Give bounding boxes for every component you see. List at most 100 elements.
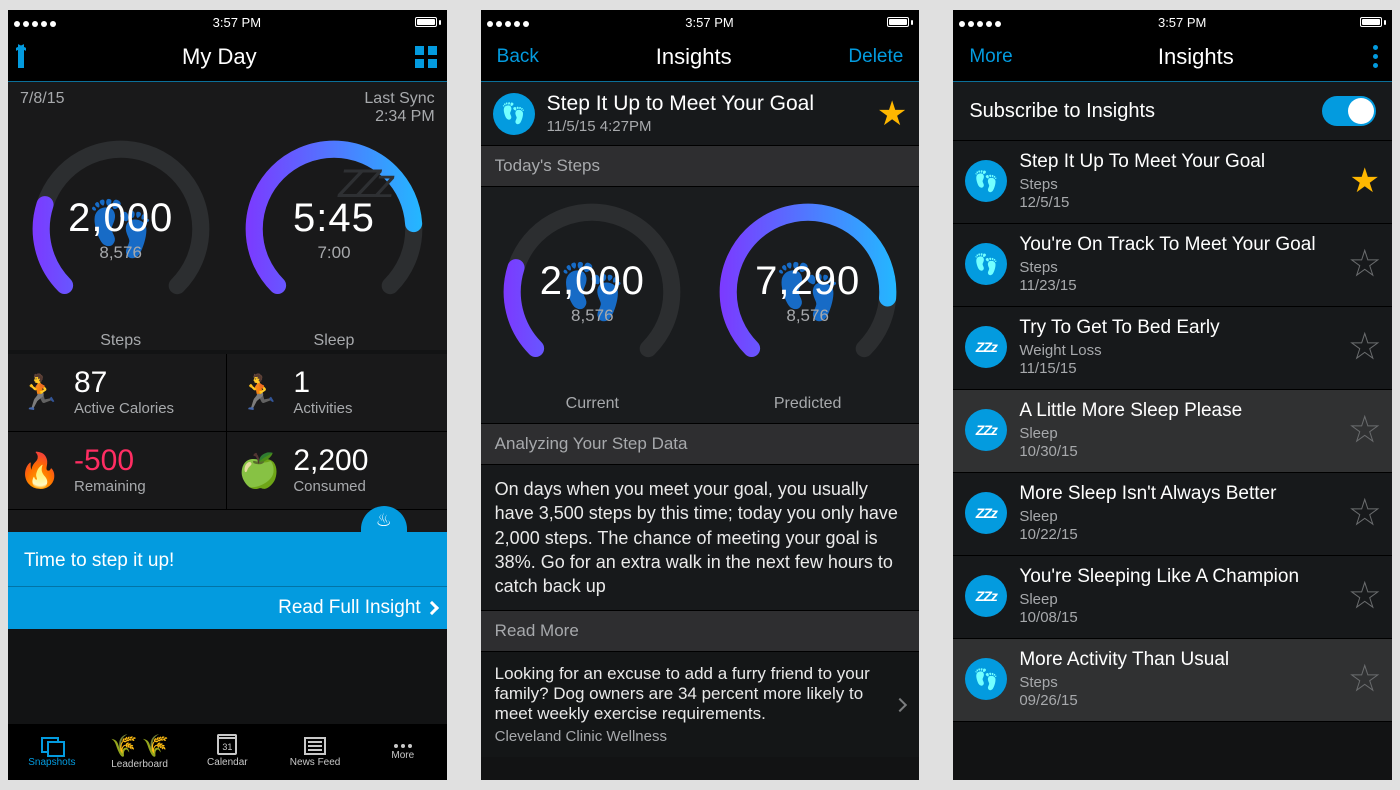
- insight-date: 11/5/15 4:27PM: [547, 118, 877, 135]
- stat-remaining[interactable]: 🔥-500Remaining: [8, 432, 227, 510]
- insight-item-category: Steps: [1019, 259, 1337, 276]
- activity-icon: 🏃: [237, 373, 281, 413]
- tab-snapshots-label: Snapshots: [28, 757, 75, 768]
- insight-item-category: Sleep: [1019, 425, 1337, 442]
- bulb-icon: ♨: [376, 510, 392, 531]
- gauge-current: 👣2,0008,576 Current: [497, 197, 687, 413]
- insight-item-category: Steps: [1019, 176, 1337, 193]
- stats-grid: 🏃87Active Calories 🏃 1 Activities 🔥-500Rem…: [8, 354, 447, 510]
- inbox-button[interactable]: [18, 48, 24, 66]
- grid-icon: [415, 46, 437, 68]
- sync-time: 2:34 PM: [375, 108, 435, 125]
- battery-icon: [1360, 17, 1386, 27]
- insight-item-title: A Little More Sleep Please: [1019, 400, 1337, 422]
- status-bar: 3:57 PM: [481, 10, 920, 32]
- insight-list-item[interactable]: Step It Up To Meet Your Goal Steps12/5/15…: [953, 141, 1392, 224]
- battery-icon: [415, 17, 441, 27]
- analysis-body: On days when you meet your goal, you usu…: [481, 465, 920, 610]
- insight-list-item[interactable]: ZZzMore Sleep Isn't Always BetterSleep10…: [953, 473, 1392, 556]
- menu-button[interactable]: [1373, 45, 1382, 68]
- activities-label: Activities: [293, 400, 352, 417]
- apple-icon: 🍏: [237, 451, 281, 491]
- insight-item-category: Sleep: [1019, 591, 1337, 608]
- insight-bulb-button[interactable]: ♨: [361, 506, 407, 534]
- remaining-value: -500: [74, 446, 146, 476]
- read-full-insight-button[interactable]: Read Full Insight: [8, 586, 447, 629]
- tab-calendar[interactable]: 31Calendar: [183, 724, 271, 780]
- dashboard-button[interactable]: [415, 46, 437, 68]
- calendar-icon: 31: [217, 737, 237, 755]
- star-button[interactable]: ★: [1350, 496, 1380, 530]
- delete-button[interactable]: Delete: [842, 45, 909, 69]
- stat-activities[interactable]: 🏃 1 Activities: [227, 354, 446, 432]
- more-back-button[interactable]: More: [963, 45, 1018, 69]
- back-button[interactable]: Back: [491, 45, 545, 69]
- star-button[interactable]: ★: [1350, 413, 1380, 447]
- tab-snapshots[interactable]: Snapshots: [8, 724, 96, 780]
- navbar: More Insights: [953, 32, 1392, 82]
- inbox-icon: [18, 48, 24, 68]
- gauge-sleep[interactable]: ZZz 5:457:00 Sleep: [239, 134, 429, 350]
- tab-bar: Snapshots 🌾 🌾Leaderboard 31Calendar News…: [8, 724, 447, 780]
- subscribe-toggle[interactable]: [1322, 96, 1376, 126]
- tab-news-feed[interactable]: News Feed: [271, 724, 359, 780]
- steps-badge-icon: [493, 93, 535, 135]
- steps-badge-icon: [965, 243, 1007, 285]
- navbar: My Day: [8, 32, 447, 82]
- steps-badge-icon: [965, 658, 1007, 700]
- read-insight-label: Read Full Insight: [278, 597, 421, 619]
- stat-active-calories[interactable]: 🏃87Active Calories: [8, 354, 227, 432]
- stat-consumed[interactable]: 🍏 2,200 Consumed: [227, 432, 446, 510]
- status-time: 3:57 PM: [685, 15, 733, 30]
- star-button[interactable]: ★: [1350, 579, 1380, 613]
- insight-item-date: 11/15/15: [1019, 360, 1337, 377]
- star-button[interactable]: ★: [1350, 662, 1380, 696]
- read-more-item[interactable]: Looking for an excuse to add a furry fri…: [481, 652, 920, 757]
- date-label: 7/8/15: [20, 90, 64, 126]
- insight-item-date: 12/5/15: [1019, 194, 1337, 211]
- laurel-icon: 🌾 🌾: [110, 735, 169, 757]
- sleep-badge-icon: ZZz: [965, 492, 1007, 534]
- gauge-steps[interactable]: 👣2,0008,576 Steps: [26, 134, 216, 350]
- consumed-label: Consumed: [293, 478, 368, 495]
- insight-item-title: More Sleep Isn't Always Better: [1019, 483, 1337, 505]
- tab-more-label: More: [391, 750, 414, 761]
- tab-more[interactable]: More: [359, 724, 447, 780]
- screen-insights-list: 3:57 PM More Insights Subscribe to Insig…: [953, 10, 1392, 780]
- section-read-more: Read More: [481, 610, 920, 652]
- sleep-badge-icon: ZZz: [965, 326, 1007, 368]
- nav-title: My Day: [182, 44, 257, 70]
- insight-list-item[interactable]: More Activity Than UsualSteps09/26/15★: [953, 639, 1392, 722]
- insight-banner[interactable]: Time to step it up!: [8, 536, 447, 586]
- steps-goal: 8,576: [99, 243, 142, 263]
- insight-item-title: You're On Track To Meet Your Goal: [1019, 234, 1337, 256]
- snapshots-icon: [41, 737, 63, 755]
- sleep-value: 5:45: [293, 196, 375, 241]
- insight-list-item[interactable]: ZZzTry To Get To Bed EarlyWeight Loss11/…: [953, 307, 1392, 390]
- insight-item-title: Step It Up To Meet Your Goal: [1019, 151, 1337, 173]
- insight-list-item[interactable]: ZZzA Little More Sleep PleaseSleep10/30/…: [953, 390, 1392, 473]
- tab-leaderboard[interactable]: 🌾 🌾Leaderboard: [96, 724, 184, 780]
- navbar: Back Insights Delete: [481, 32, 920, 82]
- star-button[interactable]: ★: [1350, 330, 1380, 364]
- screen-insight-detail: 3:57 PM Back Insights Delete Step It Up …: [481, 10, 920, 780]
- current-goal: 8,576: [571, 306, 614, 326]
- star-button[interactable]: ★: [1350, 164, 1380, 198]
- news-icon: [304, 737, 326, 755]
- predicted-goal: 8,576: [786, 306, 829, 326]
- status-time: 3:57 PM: [213, 15, 261, 30]
- status-bar: 3:57 PM: [953, 10, 1392, 32]
- steps-badge-icon: [965, 160, 1007, 202]
- insight-list-item[interactable]: ZZzYou're Sleeping Like A ChampionSleep1…: [953, 556, 1392, 639]
- predicted-value: 7,290: [755, 259, 860, 304]
- battery-icon: [887, 17, 913, 27]
- consumed-value: 2,200: [293, 446, 368, 476]
- status-bar: 3:57 PM: [8, 10, 447, 32]
- star-button[interactable]: ★: [877, 97, 907, 131]
- banner-text: Time to step it up!: [24, 550, 174, 571]
- insight-list-item[interactable]: You're On Track To Meet Your GoalSteps11…: [953, 224, 1392, 307]
- insight-item-category: Steps: [1019, 674, 1337, 691]
- active-calories-label: Active Calories: [74, 400, 174, 417]
- activities-value: 1: [293, 368, 352, 398]
- star-button[interactable]: ★: [1350, 247, 1380, 281]
